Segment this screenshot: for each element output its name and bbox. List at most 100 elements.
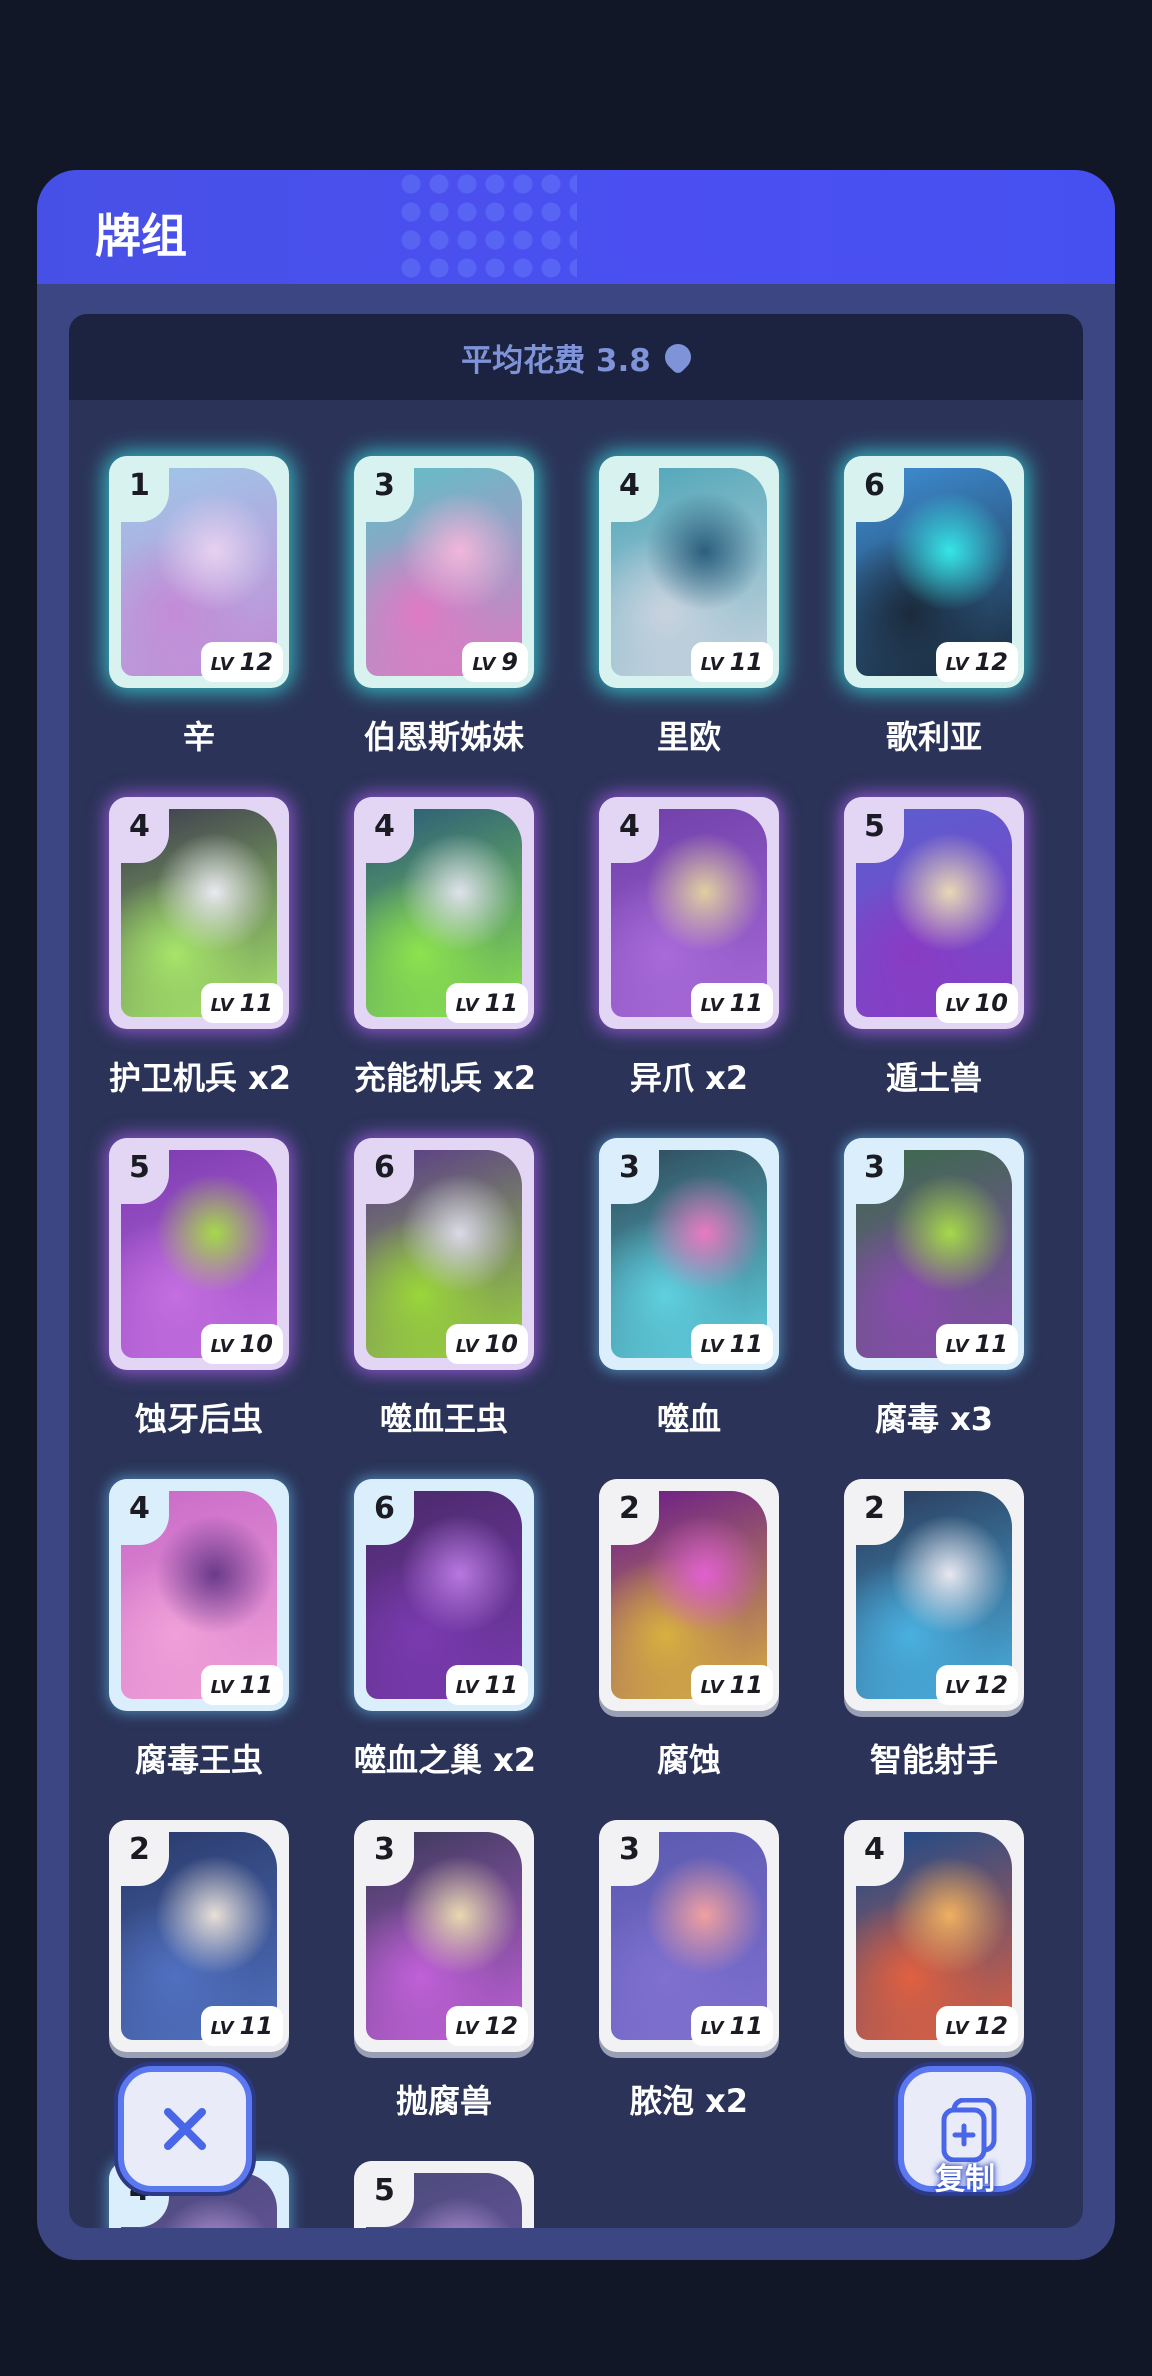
close-button[interactable] <box>118 2066 252 2192</box>
card-frame: 1 LV 12 <box>109 456 289 688</box>
card-frame: 6 LV 11 <box>354 1479 534 1711</box>
card-frame: 4 LV 11 <box>109 797 289 1029</box>
card-name: 噬血 <box>656 1400 721 1438</box>
level-prefix: LV <box>472 654 496 675</box>
close-icon <box>164 2108 206 2150</box>
card-level-badge: LV 11 <box>690 642 773 682</box>
deck-card[interactable]: 6 LV 10 噬血王虫 <box>354 1138 534 1440</box>
deck-card[interactable]: 2 LV 12 智能射手 <box>844 1479 1024 1781</box>
deck-card[interactable]: 4 LV 11 充能机兵 x2 <box>354 797 537 1099</box>
deck-card[interactable]: 3 LV 11 腐毒 x3 <box>844 1138 1024 1440</box>
card-level-badge: LV 12 <box>935 642 1018 682</box>
card-level: 11 <box>729 989 763 1017</box>
deck-card[interactable]: 4 LV 11 腐毒王虫 <box>109 1479 289 1781</box>
card-name: 噬血之巢 x2 <box>354 1741 537 1779</box>
card-cost: 2 <box>129 1832 150 1867</box>
level-prefix: LV <box>210 654 234 675</box>
card-name: 抛腐兽 <box>395 2082 492 2120</box>
card-level: 11 <box>484 989 518 1017</box>
level-prefix: LV <box>210 1677 234 1698</box>
deck-card[interactable]: 3 LV 11 噬血 <box>599 1138 779 1440</box>
average-cost-label: 平均花费 3.8 <box>461 342 651 379</box>
card-level: 11 <box>729 1671 763 1699</box>
card-name: 里欧 <box>656 718 721 756</box>
card-level: 12 <box>484 2012 518 2040</box>
card-cost: 5 <box>129 1150 150 1185</box>
level-prefix: LV <box>210 1336 234 1357</box>
deck-card[interactable]: 5 LV 10 蚀牙后虫 <box>109 1138 289 1440</box>
card-name: 噬血王虫 <box>379 1400 508 1438</box>
deck-card[interactable]: 4 LV 11 异爪 x2 <box>599 797 779 1099</box>
card-level: 12 <box>974 2012 1008 2040</box>
card-level-badge: LV 11 <box>690 1324 773 1364</box>
level-prefix: LV <box>210 995 234 1016</box>
card-level: 11 <box>484 1671 518 1699</box>
card-level-badge: LV 11 <box>445 983 528 1023</box>
card-cost: 4 <box>864 1832 885 1867</box>
card-level-badge: LV 10 <box>200 1324 283 1364</box>
card-cost: 3 <box>374 468 395 503</box>
card-cost: 5 <box>374 2173 395 2208</box>
elixir-drop-icon <box>659 338 697 376</box>
level-prefix: LV <box>700 654 724 675</box>
deck-card[interactable]: 4 LV 11 护卫机兵 x2 <box>109 797 292 1099</box>
card-level: 10 <box>239 1330 273 1358</box>
card-cost: 3 <box>619 1832 640 1867</box>
level-prefix: LV <box>700 2018 724 2039</box>
deck-card[interactable]: 3 LV 12 抛腐兽 <box>354 1820 534 2122</box>
deck-card[interactable]: 5 <box>354 2161 534 2228</box>
card-name: 蚀牙后虫 <box>134 1400 263 1438</box>
deck-card[interactable]: 6 LV 12 歌利亚 <box>844 456 1024 758</box>
deck-card[interactable]: 2 LV 11 腐蚀 <box>599 1479 779 1781</box>
card-cost: 5 <box>864 809 885 844</box>
card-level: 10 <box>974 989 1008 1017</box>
deck-card[interactable]: 3 LV 11 脓泡 x2 <box>599 1820 779 2122</box>
level-prefix: LV <box>945 995 969 1016</box>
card-level: 9 <box>501 648 518 676</box>
card-level-badge: LV 11 <box>445 1665 528 1705</box>
card-frame: 4 LV 12 <box>844 1820 1024 2052</box>
level-prefix: LV <box>945 654 969 675</box>
deck-card[interactable]: 3 LV 9 伯恩斯姊妹 <box>354 456 534 758</box>
card-frame: 2 LV 11 <box>109 1820 289 2052</box>
card-name: 充能机兵 x2 <box>354 1059 537 1097</box>
panel-header: 牌组 <box>37 170 1115 284</box>
card-cost: 4 <box>129 1491 150 1526</box>
card-cost: 3 <box>864 1150 885 1185</box>
copy-button[interactable]: 复制 <box>898 2066 1032 2197</box>
card-level-badge: LV 11 <box>690 2006 773 2046</box>
card-frame: 3 LV 11 <box>599 1820 779 2052</box>
card-level-badge: LV 11 <box>690 983 773 1023</box>
card-level-badge: LV 11 <box>935 1324 1018 1364</box>
panel-title: 牌组 <box>95 209 187 263</box>
deck-card[interactable]: 1 LV 12 辛 <box>109 456 289 758</box>
card-frame: 6 LV 12 <box>844 456 1024 688</box>
card-name: 遁土兽 <box>885 1059 982 1097</box>
level-prefix: LV <box>700 995 724 1016</box>
card-cost: 4 <box>619 468 640 503</box>
card-frame: 4 LV 11 <box>599 797 779 1029</box>
level-prefix: LV <box>700 1677 724 1698</box>
card-level: 11 <box>974 1330 1008 1358</box>
card-name: 护卫机兵 x2 <box>109 1059 292 1097</box>
card-cost: 2 <box>619 1491 640 1526</box>
deck-card[interactable]: 6 LV 11 噬血之巢 x2 <box>354 1479 537 1781</box>
card-frame: 3 LV 11 <box>844 1138 1024 1370</box>
card-level: 11 <box>239 1671 273 1699</box>
card-level-badge: LV 12 <box>200 642 283 682</box>
card-frame: 3 LV 9 <box>354 456 534 688</box>
card-level: 11 <box>729 2012 763 2040</box>
deck-card[interactable]: 4 LV 11 里欧 <box>599 456 779 758</box>
card-cost: 4 <box>129 809 150 844</box>
card-frame: 2 LV 11 <box>599 1479 779 1711</box>
card-name: 伯恩斯姊妹 <box>363 718 524 756</box>
card-level-badge: LV 12 <box>935 2006 1018 2046</box>
card-name: 脓泡 x2 <box>629 2082 749 2120</box>
deck-card[interactable]: 2 LV 11 <box>109 1820 289 2076</box>
card-level: 11 <box>729 648 763 676</box>
level-prefix: LV <box>945 2018 969 2039</box>
deck-panel: 牌组 平均花费 3.8 1 LV 12 辛 3 LV 9 伯恩斯姊妹 4 LV 11 里欧 6 LV 12 歌… <box>37 170 1115 2260</box>
card-frame: 4 LV 11 <box>109 1479 289 1711</box>
deck-card[interactable]: 5 LV 10 遁土兽 <box>844 797 1024 1099</box>
card-level: 11 <box>239 2012 273 2040</box>
